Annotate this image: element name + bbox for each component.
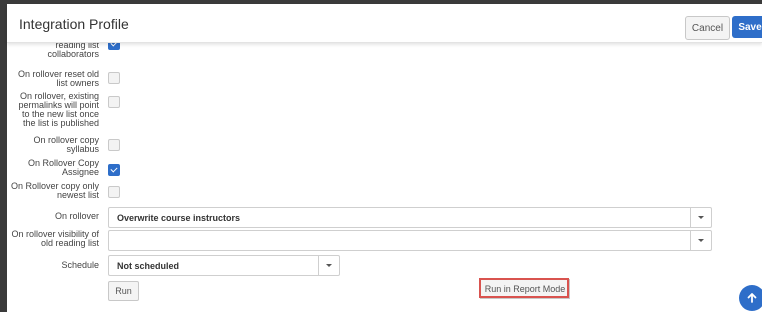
page-title: Integration Profile (19, 16, 129, 32)
label-permalinks: On rollover, existing permalinks will po… (18, 91, 99, 128)
chevron-down-icon (698, 216, 704, 219)
on-rollover-select[interactable]: Overwrite course instructors (108, 207, 712, 228)
on-rollover-dropdown-toggle[interactable] (690, 208, 711, 227)
scroll-to-top-button[interactable] (739, 285, 762, 311)
checkbox-permalinks[interactable] (108, 96, 120, 108)
label-copy-assignee: On Rollover Copy Assignee (27, 158, 99, 177)
schedule-dropdown-toggle[interactable] (318, 256, 339, 275)
cancel-button[interactable]: Cancel (685, 16, 730, 40)
checkbox-reset-owners[interactable] (108, 72, 120, 84)
label-schedule: Schedule (61, 260, 99, 270)
label-copy-collaborators: reading list collaborators (47, 40, 99, 59)
schedule-select[interactable]: Not scheduled (108, 255, 340, 276)
on-rollover-value: Overwrite course instructors (117, 213, 241, 223)
checkbox-copy-assignee[interactable] (108, 164, 120, 176)
schedule-value: Not scheduled (117, 261, 180, 271)
window-left-edge (0, 0, 7, 312)
visibility-dropdown-toggle[interactable] (690, 231, 711, 250)
page-header: Integration Profile Cancel Save (7, 4, 762, 43)
checkbox-copy-syllabus[interactable] (108, 139, 120, 151)
run-button[interactable]: Run (108, 281, 139, 301)
run-in-report-mode-button[interactable]: Run in Report Mode (480, 279, 570, 299)
chevron-down-icon (698, 239, 704, 242)
label-reset-owners: On rollover reset old list owners (17, 69, 99, 88)
label-copy-newest: On Rollover copy only newest list (10, 181, 99, 200)
visibility-select[interactable] (108, 230, 712, 251)
checkbox-copy-newest[interactable] (108, 186, 120, 198)
save-button[interactable]: Save (732, 16, 762, 38)
chevron-down-icon (326, 264, 332, 267)
arrow-up-icon (747, 293, 757, 303)
label-copy-syllabus: On rollover copy syllabus (33, 135, 99, 154)
label-visibility: On rollover visibility of old reading li… (11, 229, 99, 248)
label-on-rollover: On rollover (54, 211, 99, 221)
